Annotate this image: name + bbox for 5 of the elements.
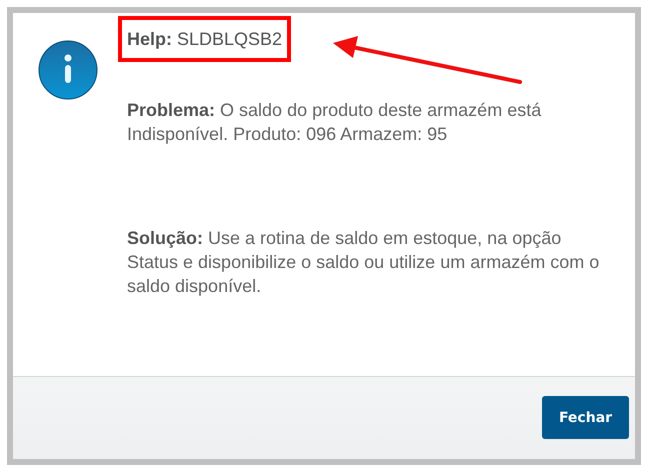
close-button[interactable]: Fechar <box>542 396 629 439</box>
info-icon <box>38 40 98 100</box>
solution-text: Solução: Use a rotina de saldo em estoque, na opção Status e disponibilize o saldo ou utilize um armazém com o saldo disponível. <box>127 227 600 298</box>
problem-text: Problema: O saldo do produto deste armazém está Indisponível. Produto: 096 Armazem: 95 <box>127 99 542 146</box>
help-heading: Help: SLDBLQSB2 <box>127 28 282 51</box>
